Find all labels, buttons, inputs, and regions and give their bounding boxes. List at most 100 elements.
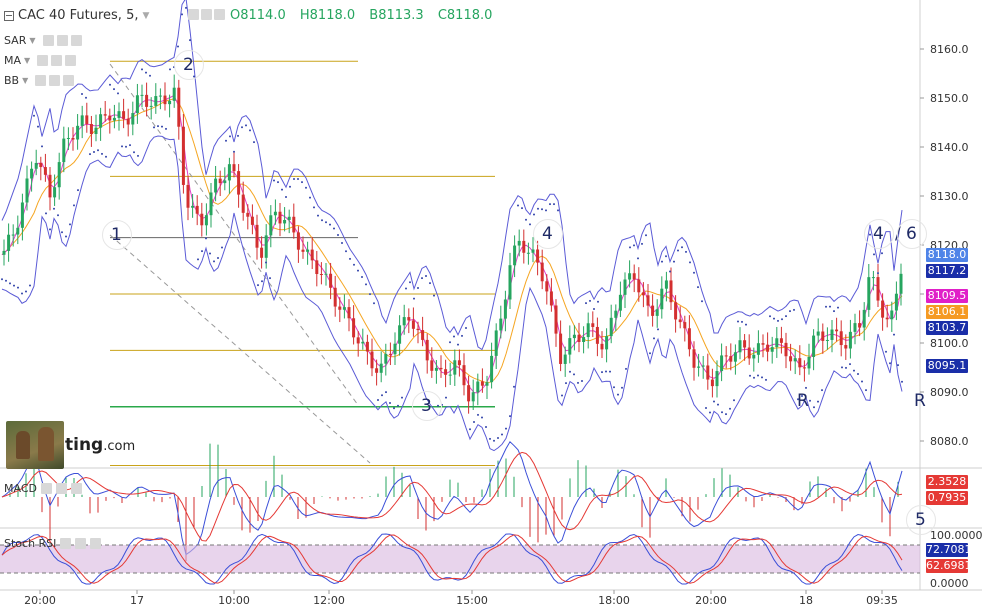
eye-icon[interactable] (37, 55, 49, 66)
chevron-down-icon[interactable]: ▼ (24, 56, 30, 65)
candle-body (766, 344, 770, 352)
symbol-title[interactable]: CAC 40 Futures, 5, ▼ (4, 8, 149, 23)
sar-dot (493, 439, 495, 442)
eye-icon[interactable] (42, 35, 54, 46)
gear-icon[interactable] (49, 75, 61, 86)
sar-dot (109, 83, 111, 86)
sar-dot (481, 416, 483, 419)
candle-body (425, 339, 429, 361)
sar-dot (133, 151, 135, 154)
candle-body (407, 317, 411, 321)
gear-icon[interactable] (75, 538, 87, 549)
candle-body (131, 113, 135, 125)
sar-dot (889, 362, 891, 365)
indicator-sar[interactable]: SAR ▼ (4, 34, 82, 47)
candle-body (324, 273, 328, 275)
collapse-icon[interactable] (4, 10, 14, 21)
sar-dot (277, 181, 279, 184)
gear-icon[interactable] (201, 9, 212, 20)
sar-dot (297, 177, 299, 180)
sar-dot (757, 374, 759, 377)
candle-body (296, 232, 300, 250)
close-icon[interactable] (214, 9, 225, 20)
ma-slow-line (1, 98, 903, 383)
candle-body (591, 323, 595, 327)
sar-dot (821, 389, 823, 392)
time-tick-label: 10:00 (218, 594, 250, 607)
candle-body (789, 356, 793, 362)
sar-dot (813, 406, 815, 409)
sar-dot (697, 286, 699, 289)
gear-icon[interactable] (55, 483, 67, 494)
candle-body (669, 280, 673, 303)
chart-canvas[interactable]: 8160.08150.08140.08130.08120.08110.08100… (0, 0, 982, 610)
time-tick-label: 18:00 (598, 594, 630, 607)
candle-body (89, 123, 93, 134)
sar-dot (685, 250, 687, 253)
gear-icon[interactable] (56, 35, 68, 46)
candle-body (476, 381, 480, 393)
candle-body (646, 295, 650, 306)
candle-body (140, 94, 144, 96)
candle-body (379, 363, 383, 373)
candle-body (310, 249, 314, 261)
candle-body (545, 281, 549, 292)
indicator-ma[interactable]: MA ▼ (4, 54, 77, 67)
candle-body (462, 365, 466, 386)
candle-body (835, 329, 839, 332)
candle-body (779, 338, 783, 343)
chevron-down-icon[interactable]: ▼ (142, 11, 149, 21)
chevron-down-icon[interactable]: ▼ (29, 36, 35, 45)
candle-body (881, 300, 885, 318)
candle-body (76, 125, 80, 140)
indicator-label: BB (4, 74, 20, 87)
sar-dot (621, 386, 623, 389)
sar-dot (433, 294, 435, 297)
close-icon[interactable] (70, 35, 82, 46)
sar-dot (561, 394, 563, 397)
sar-dot (237, 134, 239, 137)
chart-header: CAC 40 Futures, 5, ▼ O8114.0 H8118.0 B81… (0, 0, 920, 28)
candle-body (793, 358, 797, 362)
macd-pane-label[interactable]: MACD (4, 482, 82, 495)
candle-body (53, 187, 57, 198)
chevron-down-icon[interactable]: ▼ (22, 76, 28, 85)
gear-icon[interactable] (51, 55, 63, 66)
sar-dot (73, 204, 75, 207)
sar-dot (721, 411, 723, 414)
stoch-rsi-pane-label[interactable]: Stoch RSI (4, 537, 102, 550)
candle-body (195, 205, 199, 214)
close-icon[interactable] (70, 483, 82, 494)
stoch-rsi-label: Stoch RSI (4, 537, 57, 550)
candle-body (494, 330, 498, 356)
candle-body (899, 273, 903, 294)
candle-body (448, 374, 452, 376)
sar-dot (5, 279, 7, 282)
sar-dot (629, 246, 631, 249)
sar-dot (553, 203, 555, 206)
indicator-bb[interactable]: BB ▼ (4, 74, 75, 87)
sar-dot (353, 263, 355, 266)
eye-icon[interactable] (188, 9, 199, 20)
sar-dot (257, 284, 259, 287)
candle-body (352, 318, 356, 338)
candle-body (595, 326, 599, 344)
sar-dot (413, 297, 415, 300)
close-icon[interactable] (90, 538, 102, 549)
candle-body (246, 212, 250, 217)
candle-body (720, 355, 724, 372)
candle-body (752, 354, 756, 359)
eye-icon[interactable] (35, 75, 47, 86)
candle-body (158, 95, 162, 97)
candle-body (237, 171, 241, 195)
close-icon[interactable] (65, 55, 77, 66)
close-icon[interactable] (63, 75, 75, 86)
sar-dot (401, 396, 403, 399)
eye-icon[interactable] (60, 538, 72, 549)
candle-body (145, 94, 149, 107)
candle-body (301, 249, 305, 252)
candle-body (108, 115, 112, 121)
candle-body (34, 162, 38, 169)
low-value: B8113.3 (369, 8, 424, 23)
eye-icon[interactable] (40, 483, 52, 494)
